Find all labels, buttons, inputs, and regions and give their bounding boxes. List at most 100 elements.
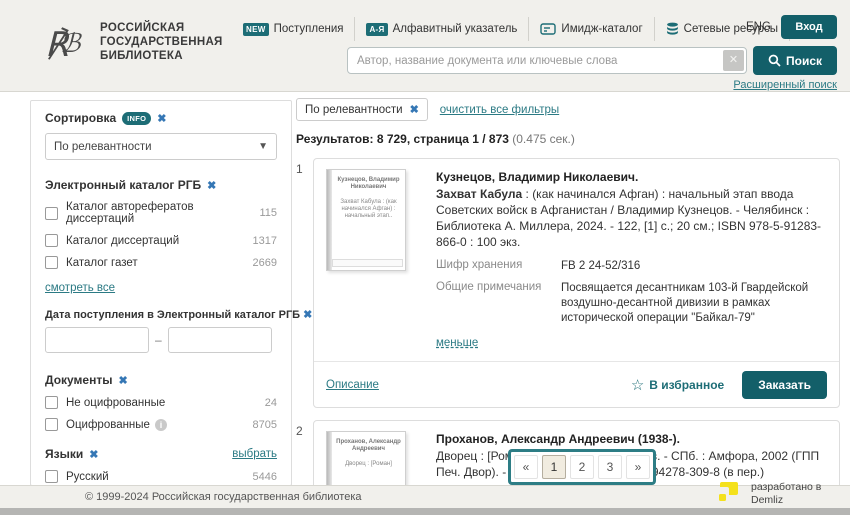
top-nav: NEW Поступления А-Я Алфавитный указатель… (243, 16, 810, 42)
chip-close-icon[interactable]: ✖ (410, 103, 419, 116)
documents-option-count: 24 (265, 397, 277, 409)
documents-option: Оцифрованные i 8705 (45, 418, 277, 431)
sort-select-value: По релевантности (54, 141, 152, 153)
favorite-button[interactable]: ☆ В избранное (631, 376, 724, 394)
logo[interactable]: ℟ ℬ РОССИЙСКАЯ ГОСУДАРСТВЕННАЯ БИБЛИОТЕК… (36, 12, 223, 74)
pagination-prev-button[interactable]: « (514, 455, 538, 479)
catalog-close-icon[interactable]: ✖ (207, 179, 216, 192)
footer: © 1999-2024 Российская государственная б… (0, 485, 850, 508)
login-button[interactable]: Вход (781, 15, 837, 39)
languages-close-icon[interactable]: ✖ (89, 448, 98, 461)
nav-arrivals[interactable]: NEW Поступления (243, 23, 343, 36)
rsl-monogram-icon: ℟ ℬ (36, 12, 90, 74)
field-label: Шифр хранения (436, 259, 561, 274)
pagination-page-2[interactable]: 2 (570, 455, 594, 479)
field-value: FB 2 24-52/316 (561, 259, 827, 274)
search-button-label: Поиск (786, 54, 822, 68)
thumb-title: Дворец : [Роман] (336, 461, 401, 468)
header: ℟ ℬ РОССИЙСКАЯ ГОСУДАРСТВЕННАЯ БИБЛИОТЕК… (0, 0, 850, 92)
demliz-logo-icon (716, 479, 742, 505)
result-title[interactable]: Кузнецов, Владимир Николаевич. (436, 169, 827, 185)
documents-option-label: Оцифрованные (66, 419, 150, 431)
checkbox[interactable] (45, 418, 58, 431)
catalog-option: Каталог диссертаций 1317 (45, 234, 277, 247)
language-option: Русский 5446 (45, 470, 277, 483)
documents-option-label: Не оцифрованные (66, 397, 165, 409)
results-count: Результатов: 8 729, страница 1 / 873 (296, 132, 509, 146)
svg-text:ℬ: ℬ (60, 29, 82, 59)
star-icon: ☆ (631, 376, 644, 394)
date-filter-title: Дата поступления в Электронный каталог Р… (45, 309, 300, 321)
info-icon[interactable]: i (155, 419, 167, 431)
filters-sidebar: Сортировка INFO ✖ По релевантности ▼ Эле… (30, 100, 292, 486)
pagination-page-3[interactable]: 3 (598, 455, 622, 479)
languages-filter-title: Языки (45, 447, 83, 461)
results-summary: Результатов: 8 729, страница 1 / 873 (0.… (296, 132, 840, 146)
advanced-search-link[interactable]: Расширенный поиск (640, 79, 837, 91)
field-label: Общие примечания (436, 281, 561, 326)
nav-divider (528, 17, 529, 41)
result-description-bold: Захват Кабула (436, 187, 522, 201)
documents-option: Не оцифрованные 24 (45, 396, 277, 409)
result-card: Кузнецов, Владимир Николаевич Захват Каб… (313, 158, 840, 408)
catalog-option-label: Каталог диссертаций (66, 235, 179, 247)
nav-alphabet-index[interactable]: А-Я Алфавитный указатель (366, 23, 517, 36)
developer-credit-line1: разработано в (751, 481, 821, 494)
nav-divider (654, 17, 655, 41)
sorting-close-icon[interactable]: ✖ (157, 112, 166, 125)
order-button[interactable]: Заказать (742, 371, 827, 399)
results-time: (0.475 сек.) (512, 132, 575, 146)
checkbox[interactable] (45, 207, 58, 220)
favorite-label: В избранное (649, 378, 724, 392)
library-search-page: ℟ ℬ РОССИЙСКАЯ ГОСУДАРСТВЕННАЯ БИБЛИОТЕК… (0, 0, 850, 515)
field-value: Посвящается десантникам 103-й Гвардейско… (561, 281, 827, 326)
active-filter-chip: По релевантности ✖ (296, 98, 428, 121)
copyright-text: © 1999-2024 Российская государственная б… (85, 491, 362, 503)
date-to-input[interactable] (168, 327, 272, 353)
search-clear-button[interactable]: ✕ (723, 50, 744, 71)
nav-alphabet-label: Алфавитный указатель (393, 23, 518, 35)
chevron-down-icon: ▼ (258, 141, 268, 152)
collapse-link[interactable]: меньше (436, 337, 478, 349)
book-thumbnail[interactable]: Кузнецов, Владимир Николаевич Захват Каб… (326, 169, 406, 271)
image-catalog-icon (540, 23, 556, 35)
nav-divider (354, 17, 355, 41)
result-item-1: 1 Кузнецов, Владимир Николаевич Захват К… (296, 158, 840, 408)
nav-arrivals-label: Поступления (274, 23, 344, 35)
documents-option-count: 8705 (253, 419, 277, 431)
clear-all-filters-link[interactable]: очистить все фильтры (440, 104, 559, 116)
developer-credit[interactable]: разработано в Demliz (716, 479, 821, 507)
az-badge: А-Я (366, 23, 387, 36)
checkbox[interactable] (45, 256, 58, 269)
search-input[interactable] (347, 47, 747, 74)
search-button[interactable]: Поиск (753, 46, 837, 75)
pagination-next-button[interactable]: » (626, 455, 650, 479)
documents-close-icon[interactable]: ✖ (118, 374, 127, 387)
nav-image-catalog[interactable]: Имидж-каталог (540, 23, 642, 35)
chip-label: По релевантности (305, 104, 403, 116)
developer-credit-line2: Demliz (751, 494, 821, 507)
thumb-title: Захват Кабула : (как начинался Афган) : … (336, 199, 401, 220)
result-title[interactable]: Проханов, Александр Андреевич (1938-). (436, 431, 827, 447)
description-link[interactable]: Описание (326, 379, 379, 391)
pagination: « 1 2 3 » (508, 449, 656, 485)
checkbox[interactable] (45, 234, 58, 247)
catalog-option: Каталог газет 2669 (45, 256, 277, 269)
sort-select[interactable]: По релевантности ▼ (45, 133, 277, 160)
languages-choose-link[interactable]: выбрать (232, 448, 277, 460)
catalog-option-count: 1317 (253, 235, 277, 247)
library-name: РОССИЙСКАЯ ГОСУДАРСТВЕННАЯ БИБЛИОТЕКА (100, 21, 223, 63)
result-number: 1 (296, 158, 313, 408)
language-switch[interactable]: ENG (746, 21, 771, 33)
show-all-link[interactable]: смотреть все (45, 282, 115, 294)
nav-image-catalog-label: Имидж-каталог (561, 23, 642, 35)
info-badge: INFO (122, 112, 151, 125)
date-separator: – (155, 333, 162, 347)
checkbox[interactable] (45, 470, 58, 483)
pagination-page-1[interactable]: 1 (542, 455, 566, 479)
date-from-input[interactable] (45, 327, 149, 353)
catalog-option-count: 2669 (253, 257, 277, 269)
magnifier-icon (768, 54, 781, 67)
thumb-author: Кузнецов, Владимир Николаевич (336, 177, 401, 191)
checkbox[interactable] (45, 396, 58, 409)
